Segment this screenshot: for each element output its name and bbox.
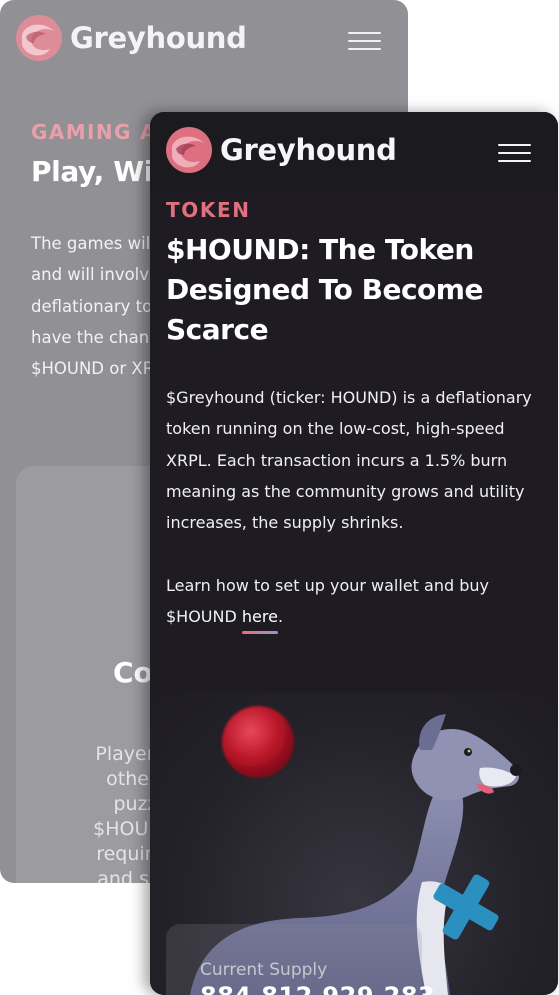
hamburger-menu-icon[interactable]	[348, 32, 381, 50]
feature-card-title: Co	[113, 656, 153, 689]
wallet-line-prefix: $HOUND	[166, 607, 242, 627]
section-title: $HOUND: The Token Designed To Become Sca…	[166, 230, 546, 350]
body-line: meaning as the community grows and utili…	[166, 481, 525, 501]
body-line: increases, the supply shrinks.	[166, 513, 404, 533]
foreground-phone-screen: Greyhound TOKEN $HOUND: The Token Design…	[150, 112, 558, 995]
wallet-line: Learn how to set up your wallet and buy	[166, 575, 489, 595]
red-ball	[222, 706, 294, 778]
title-line: $HOUND: The Token	[166, 233, 474, 266]
greyhound-logo-icon	[16, 15, 62, 61]
brand-logo[interactable]: Greyhound	[166, 127, 397, 173]
brand-name: Greyhound	[70, 21, 247, 55]
supply-label: Current Supply	[200, 960, 328, 980]
body-line: XRPL. Each transaction incurs a 1.5% bur…	[166, 450, 508, 470]
brand-name: Greyhound	[220, 133, 397, 167]
body-line: $Greyhound (ticker: HOUND) is a deflatio…	[166, 388, 532, 407]
body-line: token running on the low-cost, high-spee…	[166, 419, 505, 439]
title-line: Designed To Become	[166, 273, 483, 306]
wallet-line-suffix: .	[277, 607, 284, 627]
brand-logo[interactable]: Greyhound	[16, 15, 247, 61]
section-body: $Greyhound (ticker: HOUND) is a deflatio…	[166, 382, 556, 635]
hamburger-menu-icon[interactable]	[498, 144, 531, 162]
supply-value: 884,812,929,283	[200, 982, 435, 995]
title-line: Scarce	[166, 313, 269, 346]
greyhound-logo-icon	[166, 127, 212, 173]
wallet-guide-link[interactable]: here	[241, 601, 279, 635]
section-eyebrow: TOKEN	[166, 198, 251, 222]
wallet-line-2: $HOUND here.	[166, 601, 556, 635]
